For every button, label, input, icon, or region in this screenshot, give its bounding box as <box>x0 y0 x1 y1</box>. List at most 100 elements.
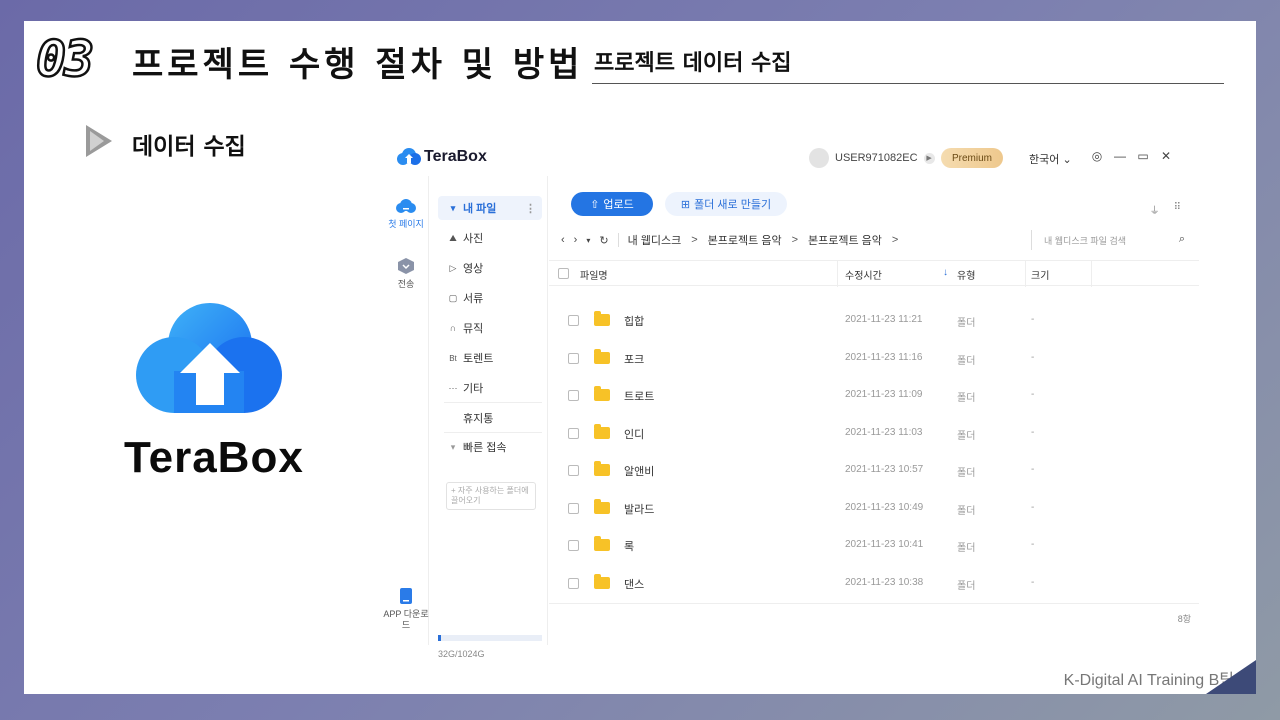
video-icon: ▷ <box>449 262 457 273</box>
refresh-icon[interactable]: ↻ <box>599 234 608 247</box>
sidebar-item-trash[interactable]: 휴지통 <box>438 406 542 430</box>
maximize-icon[interactable]: ▭ <box>1137 149 1149 163</box>
row-checkbox[interactable] <box>568 502 579 514</box>
avatar[interactable] <box>809 148 829 168</box>
table-row[interactable]: 댄스 2021-11-23 10:38 폴더 - <box>549 565 1199 602</box>
breadcrumb-divider <box>617 233 619 247</box>
file-modified: 2021-11-23 11:21 <box>845 314 923 325</box>
username[interactable]: USER971082EC <box>835 152 918 164</box>
file-name[interactable]: 알앤비 <box>624 463 654 479</box>
footer-divider <box>549 603 1199 604</box>
phone-icon <box>400 588 412 604</box>
column-size-header[interactable]: 크기 <box>1031 267 1049 282</box>
table-row[interactable]: 발라드 2021-11-23 10:49 폴더 - <box>549 490 1199 527</box>
title-bar: TeraBox USER971082EC ▶ Premium 한국어 ⌄ ◎ —… <box>383 140 1199 176</box>
table-row[interactable]: 알앤비 2021-11-23 10:57 폴더 - <box>549 452 1199 489</box>
file-size: - <box>1031 501 1035 513</box>
select-all-checkbox[interactable] <box>558 268 569 279</box>
sidebar-item-torrent[interactable]: Bt 토렌트 <box>438 346 542 370</box>
sidebar-item-label[interactable]: 영상 <box>463 260 483 276</box>
chevron-down-icon: ⌄ <box>1062 154 1072 166</box>
search-icon[interactable]: ⌕ <box>1179 233 1185 246</box>
file-name[interactable]: 포크 <box>624 351 644 367</box>
premium-button[interactable]: Premium <box>941 148 1003 168</box>
sidebar-item-document[interactable]: ▢ 서류 <box>438 286 542 310</box>
table-row[interactable]: 포크 2021-11-23 11:16 폴더 - <box>549 340 1199 377</box>
upload-label[interactable]: 업로드 <box>603 196 633 212</box>
file-name[interactable]: 록 <box>624 538 634 554</box>
settings-icon[interactable]: ◎ <box>1091 149 1103 163</box>
sidebar-item-label[interactable]: 토렌트 <box>463 350 493 366</box>
sidebar-item-label[interactable]: 뮤직 <box>463 320 483 336</box>
minimize-icon[interactable]: — <box>1114 149 1126 163</box>
sidebar-divider <box>444 402 542 403</box>
row-checkbox[interactable] <box>568 427 579 439</box>
sidebar-my-files-label[interactable]: 내 파일 <box>463 200 496 216</box>
file-name[interactable]: 트로트 <box>624 388 654 404</box>
file-name[interactable]: 힙합 <box>624 313 644 329</box>
upload-button[interactable]: ⇧ 업로드 <box>571 192 653 216</box>
file-name[interactable]: 발라드 <box>624 501 654 517</box>
row-checkbox[interactable] <box>568 352 579 364</box>
history-dropdown-icon[interactable]: ▾ <box>586 236 590 245</box>
table-row[interactable]: 인디 2021-11-23 11:03 폴더 - <box>549 415 1199 452</box>
row-checkbox[interactable] <box>568 540 579 551</box>
breadcrumb: ‹ › ▾ ↻ 내 웹디스크 > 본프로젝트 음악 > 본프로젝트 음악 > <box>561 230 899 250</box>
sidebar-item-label[interactable]: 서류 <box>463 290 483 306</box>
quick-access-dropzone[interactable]: + 자주 사용하는 폴더에 끌어오기 <box>446 482 536 510</box>
grid-view-icon[interactable]: ⠿ <box>1174 202 1181 217</box>
sidebar-item-music[interactable]: ∩ 뮤직 <box>438 316 542 340</box>
sidebar-item-photo[interactable]: ⛰ 사진 <box>438 226 542 250</box>
table-header: 파일명 수정시간 ↓ 유형 크기 <box>549 260 1199 287</box>
nav-transfer-label[interactable]: 전송 <box>383 279 429 290</box>
close-icon[interactable]: ✕ <box>1160 149 1172 163</box>
sidebar-item-other[interactable]: ··· 기타 <box>438 376 542 400</box>
sidebar-item-label[interactable]: 사진 <box>463 230 483 246</box>
new-folder-button[interactable]: ⊞ 폴더 새로 만들기 <box>665 192 787 216</box>
nav-app-download-label[interactable]: APP 다운로드 <box>383 609 429 631</box>
filter-icon[interactable]: ⏚ <box>1150 202 1160 217</box>
breadcrumb-item[interactable]: 본프로젝트 음악 <box>708 232 782 248</box>
column-modified-header[interactable]: 수정시간 <box>845 267 882 282</box>
sidebar-item-my-files[interactable]: ▾ 내 파일 ⋮ <box>438 196 542 220</box>
sort-down-icon[interactable]: ↓ <box>943 267 948 278</box>
nav-home-label[interactable]: 첫 페이지 <box>383 219 429 230</box>
language-label[interactable]: 한국어 <box>1029 154 1059 166</box>
file-name[interactable]: 댄스 <box>624 576 644 592</box>
sidebar-quick-access[interactable]: ▾ 빠른 접속 <box>438 435 542 459</box>
new-folder-label[interactable]: 폴더 새로 만들기 <box>694 196 771 212</box>
row-checkbox[interactable] <box>568 577 579 589</box>
table-row[interactable]: 트로트 2021-11-23 11:09 폴더 - <box>549 377 1199 414</box>
file-type: 폴더 <box>957 393 976 404</box>
sidebar-item-video[interactable]: ▷ 영상 <box>438 256 542 280</box>
sidebar-trash-label[interactable]: 휴지통 <box>463 410 493 426</box>
sidebar-quick-access-label[interactable]: 빠른 접속 <box>463 439 507 455</box>
column-divider <box>837 261 838 287</box>
column-name-header[interactable]: 파일명 <box>580 267 608 282</box>
transfer-icon <box>398 258 414 274</box>
nav-app-download[interactable]: APP 다운로드 <box>383 588 429 631</box>
search-placeholder[interactable]: 내 웹디스크 파일 검색 <box>1044 234 1126 247</box>
search-input[interactable]: 내 웹디스크 파일 검색 ⌕ <box>1031 230 1197 250</box>
cloud-icon <box>396 199 416 213</box>
breadcrumb-item[interactable]: 내 웹디스크 <box>628 232 682 248</box>
slide-subtitle: 프로젝트 데이터 수집 <box>594 51 792 76</box>
user-account[interactable]: USER971082EC ▶ <box>809 148 935 168</box>
sidebar-item-label[interactable]: 기타 <box>463 380 483 396</box>
photo-icon: ⛰ <box>449 232 457 243</box>
back-icon[interactable]: ‹ <box>561 234 565 246</box>
more-vertical-icon[interactable]: ⋮ <box>525 202 536 215</box>
more-icon: ··· <box>448 383 458 393</box>
forward-icon[interactable]: › <box>574 234 578 246</box>
file-name[interactable]: 인디 <box>624 426 644 442</box>
nav-home[interactable]: 첫 페이지 <box>383 198 429 230</box>
table-row[interactable]: 힙합 2021-11-23 11:21 폴더 - <box>549 302 1199 339</box>
nav-transfer[interactable]: 전송 <box>383 258 429 290</box>
breadcrumb-item[interactable]: 본프로젝트 음악 <box>808 232 882 248</box>
language-select[interactable]: 한국어 ⌄ <box>1029 151 1072 167</box>
column-type-header[interactable]: 유형 <box>957 267 975 282</box>
row-checkbox[interactable] <box>568 315 579 326</box>
row-checkbox[interactable] <box>568 390 579 401</box>
table-row[interactable]: 록 2021-11-23 10:41 폴더 - <box>549 527 1199 564</box>
row-checkbox[interactable] <box>568 465 579 476</box>
